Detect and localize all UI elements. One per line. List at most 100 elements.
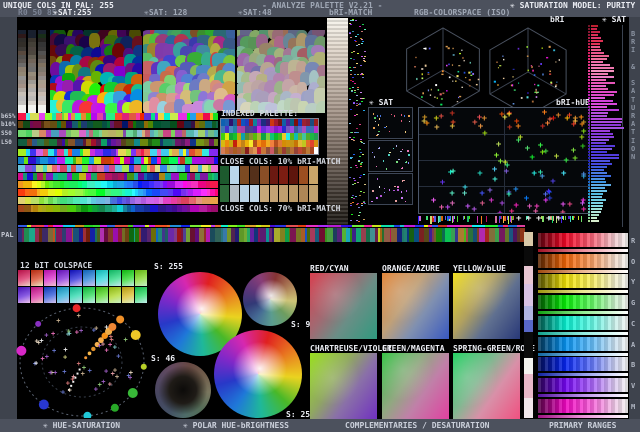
indexed-palette-title: INDEXED PALETTE: <box>221 109 299 118</box>
bar-stub <box>588 145 590 147</box>
gray-ramp-label: R0 50 85 <box>18 8 57 17</box>
pal-color <box>220 225 229 227</box>
speckle <box>358 215 360 216</box>
strip-seg <box>214 189 219 196</box>
bar-stub <box>588 118 590 120</box>
pal-color <box>472 225 486 227</box>
tick <box>504 216 507 221</box>
bar <box>591 91 617 93</box>
bar-stub <box>588 52 590 54</box>
range-strip-thin <box>538 352 628 356</box>
range-strip <box>538 398 628 413</box>
strip-seg <box>115 165 123 172</box>
pal-color <box>364 225 372 227</box>
bar <box>591 88 608 90</box>
hue-marker: + <box>444 203 451 214</box>
range-letter: V <box>631 381 636 390</box>
strip-seg <box>191 157 200 164</box>
speckle <box>354 83 356 84</box>
svg-text:+: + <box>126 372 130 380</box>
sat-scatter-box <box>368 107 413 139</box>
strip-seg <box>57 157 65 164</box>
tick <box>507 216 509 221</box>
svg-text:+: + <box>37 339 41 347</box>
bar-stub <box>588 97 590 99</box>
bar <box>591 130 610 132</box>
hue-marker: + <box>555 110 562 121</box>
speckle <box>355 196 357 197</box>
bar-stub <box>588 127 590 129</box>
pal-color <box>62 225 76 227</box>
hue-marker: + <box>550 176 556 187</box>
misc-seg <box>524 266 533 284</box>
scatter-dot <box>401 167 404 169</box>
strip-seg <box>135 205 144 212</box>
bar <box>591 193 603 195</box>
strip-seg <box>127 173 135 180</box>
scatter-dot <box>400 150 402 153</box>
tick <box>452 216 454 224</box>
svg-text:+: + <box>123 336 127 344</box>
sat255-label: ✳SAT:255 <box>53 8 92 17</box>
strip-seg <box>161 121 170 128</box>
strip-seg <box>198 181 206 188</box>
scatter-dot <box>375 197 378 199</box>
pal-color <box>181 225 191 227</box>
hue-marker: + <box>430 196 437 207</box>
speckle <box>350 220 352 221</box>
vertical-letter: T <box>631 128 636 137</box>
strip-seg <box>163 139 172 146</box>
hue-marker: + <box>424 118 430 129</box>
strip-seg <box>111 189 119 196</box>
colspace-tile <box>70 287 82 303</box>
bar <box>591 199 606 201</box>
tick <box>418 216 421 222</box>
bar <box>591 43 600 45</box>
scatter-dot <box>371 151 374 154</box>
range-strip <box>538 315 628 330</box>
speckle <box>359 156 361 157</box>
range-texture <box>538 377 628 392</box>
bar-stub <box>588 133 590 135</box>
strip-seg <box>59 130 67 137</box>
speckle <box>363 219 365 220</box>
tick <box>564 216 566 220</box>
bar <box>591 184 611 186</box>
range-strip <box>538 377 628 392</box>
analysis-strip-row <box>18 189 219 196</box>
bar <box>591 202 603 204</box>
misc-seg <box>524 232 533 246</box>
misc-seg <box>524 306 533 320</box>
speckle <box>356 204 358 205</box>
tick <box>572 216 574 220</box>
strip-seg <box>35 149 43 156</box>
strip-seg <box>214 173 218 180</box>
hue-marker: + <box>543 147 549 158</box>
bar-stub <box>588 202 590 204</box>
scatter-dot <box>393 115 396 117</box>
scatter-dot <box>384 126 386 129</box>
speckle <box>351 90 353 91</box>
strip-seg <box>49 139 58 146</box>
strip-seg <box>71 149 80 156</box>
strip-seg <box>215 121 218 128</box>
voronoi-cell <box>128 99 142 113</box>
compl-label-yellow-blue: YELLOW/bLUE <box>453 264 506 273</box>
svg-text:+: + <box>34 360 38 368</box>
pal-color <box>371 225 382 227</box>
hue-marker: + <box>567 200 573 211</box>
close-col-swatch <box>220 166 229 184</box>
hue-marker: + <box>534 202 540 213</box>
complementary-square <box>453 353 520 419</box>
pal-color <box>381 225 395 227</box>
speckle <box>352 184 354 185</box>
sat-scatter-box <box>368 140 413 172</box>
speckle <box>354 115 356 116</box>
strip-seg <box>139 139 148 146</box>
scatter-dot <box>379 115 382 117</box>
voronoi-sat128-panel <box>143 30 235 113</box>
scatter-dot <box>405 190 408 192</box>
bar <box>591 37 601 39</box>
range-strip-thin <box>538 269 628 273</box>
bri-match-label: bRI-MATCH <box>329 8 373 17</box>
